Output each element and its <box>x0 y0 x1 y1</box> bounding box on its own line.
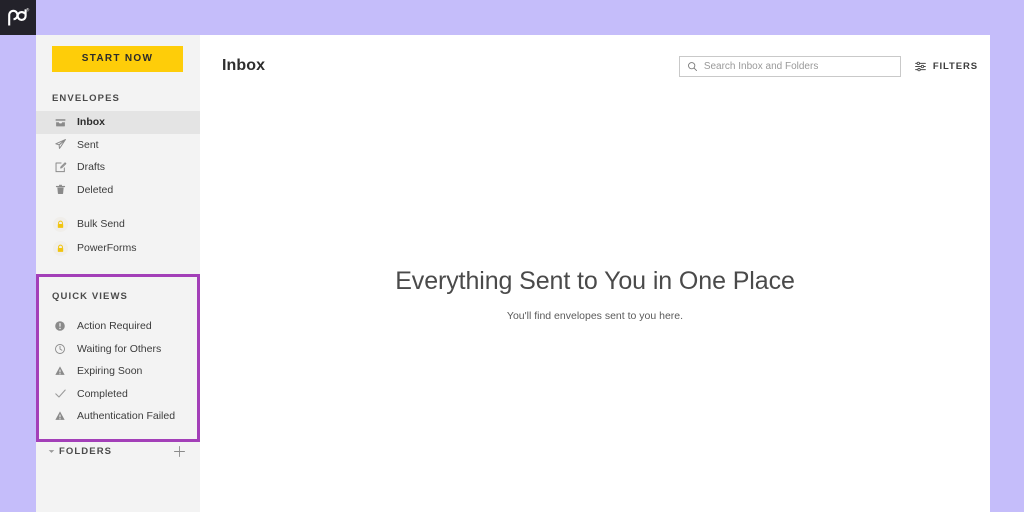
page-root: ® START NOW ENVELOPES Inbox Sent Drafts … <box>0 0 1024 512</box>
folders-section-header[interactable]: FOLDERS <box>36 441 200 461</box>
search-input[interactable] <box>703 60 893 72</box>
sidebar-item-label: Authentication Failed <box>77 410 176 423</box>
draft-pencil-icon <box>52 159 68 175</box>
plus-icon[interactable] <box>172 444 186 458</box>
page-title: Inbox <box>222 57 266 74</box>
filters-button[interactable]: FILTERS <box>914 60 978 73</box>
search-icon <box>687 61 698 72</box>
sidebar-item-deleted[interactable]: Deleted <box>36 179 200 202</box>
start-now-button[interactable]: START NOW <box>52 46 183 72</box>
pandadoc-logo[interactable]: ® <box>0 0 36 35</box>
sidebar-item-label: Bulk Send <box>77 218 125 230</box>
empty-state-subtitle: You'll find envelopes sent to you here. <box>506 310 684 322</box>
clock-icon <box>52 341 68 357</box>
sidebar-item-sent[interactable]: Sent <box>36 134 200 157</box>
sidebar: START NOW ENVELOPES Inbox Sent Drafts De… <box>36 35 200 512</box>
exclamation-circle-icon <box>52 318 68 334</box>
empty-state: Everything Sent to You in One Place You'… <box>200 267 990 322</box>
app-window: START NOW ENVELOPES Inbox Sent Drafts De… <box>36 35 990 512</box>
sidebar-item-label: Expiring Soon <box>77 365 143 378</box>
quick-views-list: Action Required Waiting for Others Expir… <box>39 315 197 428</box>
quick-views-section: QUICK VIEWS Action Required Waiting for … <box>36 274 200 442</box>
sidebar-item-action-required[interactable]: Action Required <box>39 315 197 338</box>
check-icon <box>52 386 68 402</box>
sidebar-item-label: Deleted <box>77 183 114 196</box>
sliders-icon <box>914 60 927 73</box>
trademark-glyph: ® <box>26 7 30 12</box>
empty-state-title: Everything Sent to You in One Place <box>395 267 795 295</box>
sidebar-item-drafts[interactable]: Drafts <box>36 156 200 179</box>
sidebar-item-inbox[interactable]: Inbox <box>36 111 200 134</box>
inbox-tray-icon <box>52 114 68 130</box>
sidebar-item-label: Drafts <box>77 161 106 174</box>
content-topbar: Inbox Search Inbox and Folders FILTERS <box>200 35 990 97</box>
sidebar-item-expiring-soon[interactable]: Expiring Soon <box>39 360 197 383</box>
sidebar-item-waiting-for-others[interactable]: Waiting for Others <box>39 338 197 361</box>
lock-icon <box>52 240 68 256</box>
sidebar-item-label: Action Required <box>77 320 152 333</box>
main-content: Inbox Search Inbox and Folders FILTERS E… <box>200 35 990 512</box>
sidebar-item-label: Completed <box>77 387 128 400</box>
locked-features-list: Bulk Send PowerForms <box>36 212 200 260</box>
paper-plane-icon <box>52 137 68 153</box>
sidebar-item-authentication-failed[interactable]: Authentication Failed <box>39 405 197 428</box>
sidebar-item-completed[interactable]: Completed <box>39 383 197 406</box>
folders-label: FOLDERS <box>59 445 113 457</box>
envelopes-heading: ENVELOPES <box>52 93 120 104</box>
topbar-actions: FILTERS <box>678 55 978 77</box>
lock-icon <box>52 216 68 232</box>
trash-icon <box>52 182 68 198</box>
quick-views-heading: QUICK VIEWS <box>52 291 128 302</box>
search-box[interactable] <box>678 55 901 77</box>
warning-triangle-icon <box>52 363 68 379</box>
caret-down-icon[interactable] <box>46 448 56 455</box>
sidebar-item-label: PowerForms <box>77 242 137 254</box>
envelopes-nav-list: Inbox Sent Drafts Deleted <box>36 111 200 201</box>
sidebar-item-label: Sent <box>77 138 99 151</box>
warning-triangle-icon <box>52 408 68 424</box>
sidebar-item-label: Waiting for Others <box>77 342 162 355</box>
sidebar-item-bulk-send[interactable]: Bulk Send <box>36 212 200 236</box>
sidebar-item-label: Inbox <box>77 116 105 129</box>
sidebar-item-powerforms[interactable]: PowerForms <box>36 236 200 260</box>
filters-label: FILTERS <box>932 60 978 72</box>
